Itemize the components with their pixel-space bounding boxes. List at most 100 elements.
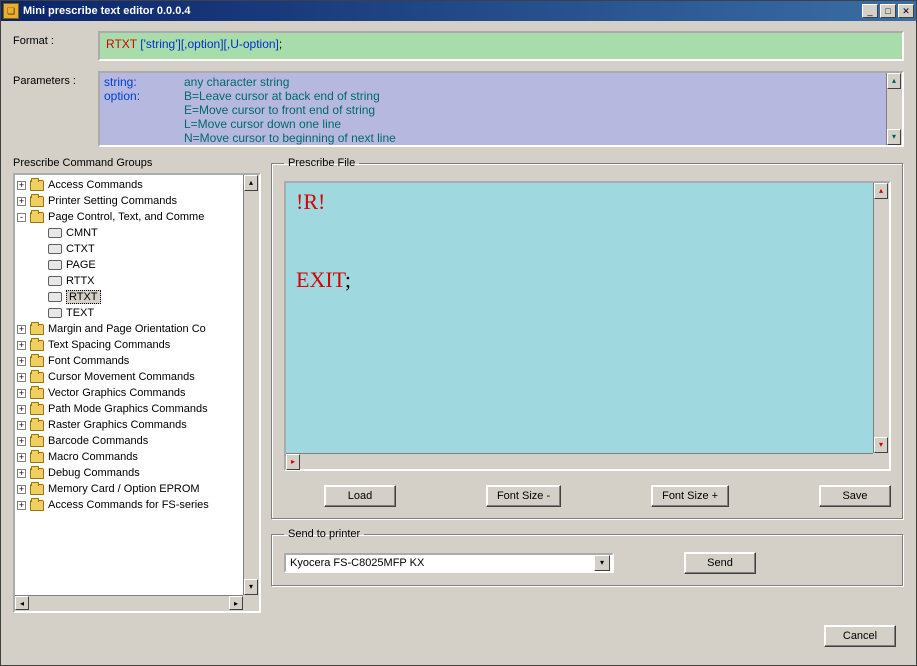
printer-select[interactable]: Kyocera FS-C8025MFP KX ▾ <box>284 553 614 573</box>
expand-icon[interactable]: + <box>17 181 26 190</box>
scroll-down-icon[interactable]: ▾ <box>887 129 901 145</box>
tree-item[interactable]: + Margin and Page Orientation Co <box>17 321 243 337</box>
prescribe-file-group: Prescribe File !R!EXIT; ▴ ▾ ◂ ▸ <box>271 157 904 520</box>
expand-icon[interactable]: + <box>17 325 26 334</box>
folder-icon <box>30 212 44 223</box>
leaf-icon <box>48 260 62 270</box>
scroll-right-icon[interactable]: ▸ <box>229 596 243 610</box>
expand-icon[interactable]: + <box>17 389 26 398</box>
folder-icon <box>30 196 44 207</box>
tree-item-label: Memory Card / Option EPROM <box>48 483 200 495</box>
editor-vscrollbar[interactable]: ▴ ▾ <box>873 183 889 453</box>
expand-icon[interactable]: + <box>17 341 26 350</box>
expand-icon[interactable]: + <box>17 501 26 510</box>
tree-item[interactable]: RTXT <box>17 289 243 305</box>
font-size-minus-button[interactable]: Font Size - <box>486 485 561 507</box>
cancel-button[interactable]: Cancel <box>824 625 896 647</box>
scroll-down-icon[interactable]: ▾ <box>244 579 258 595</box>
tree-item[interactable]: + Debug Commands <box>17 465 243 481</box>
editor-box[interactable]: !R!EXIT; ▴ ▾ ◂ ▸ <box>284 181 891 471</box>
parameters-scrollbar[interactable]: ▴ ▾ <box>886 73 902 145</box>
tree-item-label: Vector Graphics Commands <box>48 387 186 399</box>
expand-icon[interactable]: + <box>17 405 26 414</box>
tree-item[interactable]: + Vector Graphics Commands <box>17 385 243 401</box>
expand-icon[interactable]: + <box>17 437 26 446</box>
tree-item-label: Text Spacing Commands <box>48 339 170 351</box>
tree-hscrollbar[interactable]: ◂ ▸ <box>15 595 243 611</box>
editor-hscrollbar[interactable]: ◂ ▸ <box>286 453 873 469</box>
command-tree[interactable]: +Access Commands+Printer Setting Command… <box>13 173 261 613</box>
expand-icon[interactable]: + <box>17 485 26 494</box>
save-button[interactable]: Save <box>819 485 891 507</box>
tree-item-label: CMNT <box>66 227 98 239</box>
tree-item-label: PAGE <box>66 259 96 271</box>
tree-item-label: RTXT <box>66 290 101 304</box>
expand-icon[interactable]: + <box>17 469 26 478</box>
tree-item[interactable]: + Access Commands for FS-series <box>17 497 243 513</box>
folder-icon <box>30 468 44 479</box>
tree-item[interactable]: + Barcode Commands <box>17 433 243 449</box>
tree-item[interactable]: CMNT <box>17 225 243 241</box>
expand-icon[interactable]: + <box>17 453 26 462</box>
scroll-left-icon[interactable]: ◂ <box>15 596 29 610</box>
tree-item[interactable]: - Page Control, Text, and Comme <box>17 209 243 225</box>
folder-icon <box>30 436 44 447</box>
leaf-icon <box>48 308 62 318</box>
tree-item[interactable]: + Raster Graphics Commands <box>17 417 243 433</box>
collapse-icon[interactable]: - <box>17 213 26 222</box>
folder-icon <box>30 500 44 511</box>
param-desc: B=Leave cursor at back end of string <box>184 89 380 103</box>
font-size-plus-button[interactable]: Font Size + <box>651 485 729 507</box>
tree-item-label: RTTX <box>66 275 95 287</box>
scroll-up-icon[interactable]: ▴ <box>874 183 888 199</box>
expand-icon[interactable]: + <box>17 197 26 206</box>
folder-icon <box>30 452 44 463</box>
tree-item-label: Page Control, Text, and Comme <box>48 211 204 223</box>
tree-item[interactable]: +Path Mode Graphics Commands <box>17 401 243 417</box>
folder-icon <box>30 356 44 367</box>
tree-item-label: Raster Graphics Commands <box>48 419 187 431</box>
format-box: RTXT ['string'][,option][,U-option]; <box>98 31 904 61</box>
scroll-right-icon[interactable]: ▸ <box>286 454 300 470</box>
expand-icon[interactable]: + <box>17 357 26 366</box>
param-name: string: <box>104 75 184 89</box>
parameters-label: Parameters : <box>13 71 98 87</box>
editor-token: !R! <box>296 189 325 214</box>
tree-item-label: Margin and Page Orientation Co <box>48 323 206 335</box>
tree-item[interactable]: + Text Spacing Commands <box>17 337 243 353</box>
send-button[interactable]: Send <box>684 552 756 574</box>
titlebar[interactable]: ❏ Mini prescribe text editor 0.0.0.4 _ □… <box>1 1 916 21</box>
minimize-button[interactable]: _ <box>862 4 878 18</box>
folder-icon <box>30 420 44 431</box>
tree-item[interactable]: +Font Commands <box>17 353 243 369</box>
scroll-up-icon[interactable]: ▴ <box>244 175 258 191</box>
tree-item-label: Printer Setting Commands <box>48 195 177 207</box>
tree-item-label: Debug Commands <box>48 467 140 479</box>
chevron-down-icon[interactable]: ▾ <box>594 555 610 571</box>
expand-icon[interactable]: + <box>17 421 26 430</box>
param-desc: E=Move cursor to front end of string <box>184 103 375 117</box>
tree-item[interactable]: + Printer Setting Commands <box>17 193 243 209</box>
prescribe-file-legend: Prescribe File <box>284 157 359 169</box>
tree-item-label: Access Commands for FS-series <box>48 499 209 511</box>
tree-item[interactable]: TEXT <box>17 305 243 321</box>
scroll-down-icon[interactable]: ▾ <box>874 437 888 453</box>
tree-item[interactable]: + Cursor Movement Commands <box>17 369 243 385</box>
close-button[interactable]: ✕ <box>898 4 914 18</box>
tree-item[interactable]: RTTX <box>17 273 243 289</box>
tree-item[interactable]: +Access Commands <box>17 177 243 193</box>
expand-icon[interactable]: + <box>17 373 26 382</box>
folder-icon <box>30 404 44 415</box>
tree-item-label: Cursor Movement Commands <box>48 371 195 383</box>
tree-item[interactable]: +Macro Commands <box>17 449 243 465</box>
tree-vscrollbar[interactable]: ▴ ▾ <box>243 175 259 595</box>
maximize-button[interactable]: □ <box>880 4 896 18</box>
tree-item[interactable]: PAGE <box>17 257 243 273</box>
tree-item[interactable]: + Memory Card / Option EPROM <box>17 481 243 497</box>
tree-item-label: Barcode Commands <box>48 435 148 447</box>
tree-item[interactable]: CTXT <box>17 241 243 257</box>
main-window: ❏ Mini prescribe text editor 0.0.0.4 _ □… <box>0 0 917 666</box>
folder-icon <box>30 372 44 383</box>
load-button[interactable]: Load <box>324 485 396 507</box>
scroll-up-icon[interactable]: ▴ <box>887 73 901 89</box>
